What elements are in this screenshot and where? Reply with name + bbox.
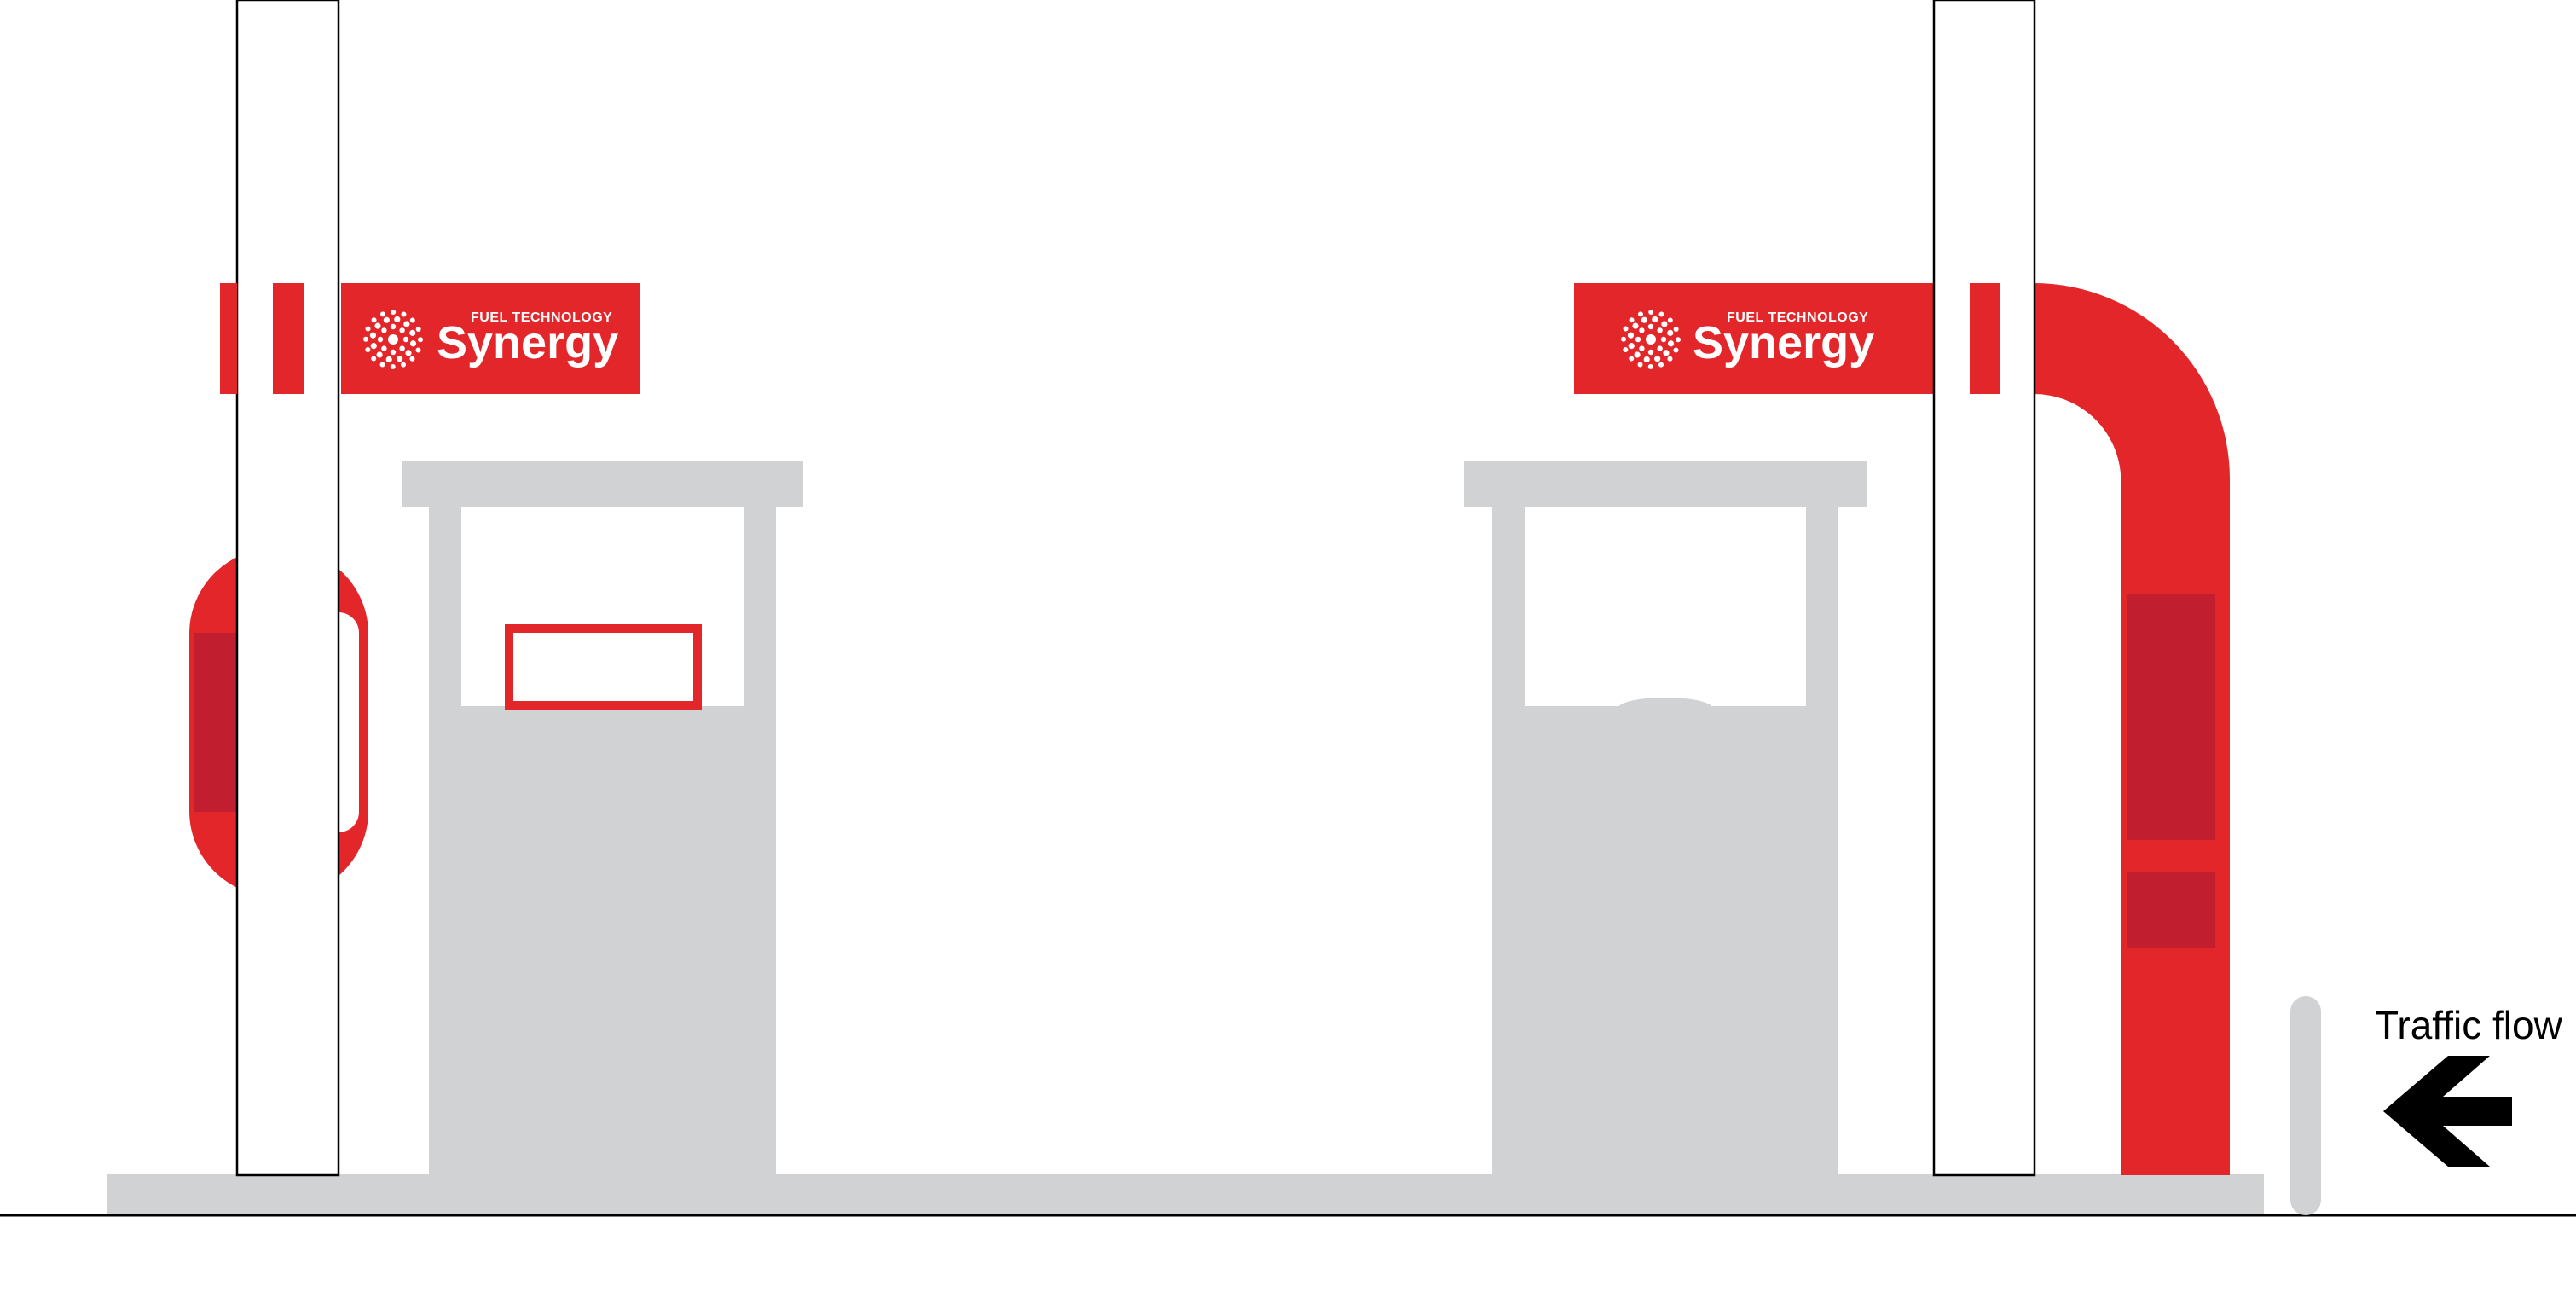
logo-dot (376, 351, 383, 358)
logo-dot (371, 356, 377, 362)
dispenser-display-frame (505, 624, 702, 710)
logo-dot (1654, 356, 1661, 362)
logo-dot (1623, 326, 1629, 332)
logo-dot (409, 317, 415, 323)
logo-dot (1647, 323, 1654, 330)
logo-dot (1663, 350, 1670, 356)
logo-dot (1667, 356, 1673, 362)
right-arch-panel (2034, 283, 2230, 1175)
logo-dot (379, 362, 385, 368)
right-fuel-dispenser (1464, 461, 1867, 1175)
logo-dot (1639, 345, 1645, 351)
logo-dot (1629, 356, 1635, 362)
logo-dot (365, 347, 371, 353)
logo-dot (374, 322, 381, 329)
logo-dot (415, 326, 421, 332)
logo-dot (381, 345, 387, 351)
logo-dot (379, 311, 385, 317)
logo-dot (1621, 336, 1626, 342)
logo-dot (409, 356, 415, 362)
brand-name: Synergy (1693, 317, 1874, 368)
logo-dot (383, 316, 390, 323)
left-brand-sign: FUEL TECHNOLOGY Synergy (341, 283, 640, 394)
logo-dot (391, 310, 397, 315)
logo-dot (1648, 310, 1654, 315)
forecourt-island (107, 1174, 2264, 1214)
logo-dot (1635, 336, 1641, 343)
logo-dot (1667, 317, 1673, 323)
logo-dot (1667, 329, 1674, 336)
right-brand-sign: FUEL TECHNOLOGY Synergy (1574, 283, 1934, 394)
logo-dot (385, 356, 392, 363)
logo-dot (1623, 347, 1629, 353)
logo-dot (1676, 337, 1681, 343)
logo-center-dot (388, 334, 398, 345)
logo-dot (390, 323, 397, 330)
logo-dot (1641, 316, 1647, 323)
right-canopy-column (1932, 0, 2036, 1177)
left-canopy-stripe (273, 283, 304, 394)
logo-dot (1667, 340, 1675, 347)
logo-dot (397, 356, 403, 362)
logo-dot (377, 336, 384, 343)
logo-dot (1647, 364, 1653, 369)
logo-dot (1657, 345, 1663, 351)
logo-dot (402, 336, 409, 343)
logo-dot (1637, 311, 1643, 317)
bollard (2290, 996, 2321, 1215)
logo-dot (415, 347, 421, 353)
logo-dot (390, 364, 396, 369)
logo-dot (1661, 321, 1668, 327)
right-canopy-stripe (1970, 283, 2000, 394)
logo-dot (401, 362, 407, 368)
logo-dot (1647, 349, 1654, 356)
logo-dot (1628, 343, 1635, 350)
logo-dot (1673, 347, 1679, 353)
logo-dot (418, 337, 423, 343)
logo-dot (1627, 332, 1635, 339)
logo-dot (409, 340, 417, 347)
logo-dot (363, 336, 368, 342)
fuel-station-elevation-diagram: FUEL TECHNOLOGY Synergy FUEL TECHNOLOGY … (0, 0, 2576, 1217)
logo-dot (399, 327, 405, 333)
logo-dot (381, 327, 387, 333)
logo-dot (1629, 317, 1635, 323)
left-fuel-dispenser (402, 461, 803, 1175)
logo-center-dot (1646, 334, 1656, 345)
logo-dot (365, 326, 371, 332)
traffic-flow-legend: Traffic flow (2375, 1003, 2563, 1167)
brand-name: Synergy (437, 317, 618, 368)
logo-dot (1657, 327, 1663, 333)
traffic-flow-label: Traffic flow (2375, 1003, 2563, 1047)
logo-dot (1639, 327, 1645, 333)
logo-dot (1634, 351, 1641, 358)
logo-dot (1673, 326, 1679, 332)
logo-dot (394, 316, 401, 323)
logo-dot (369, 332, 377, 339)
logo-dot (409, 329, 416, 336)
logo-dot (1660, 336, 1667, 343)
left-canopy-column (235, 0, 340, 1177)
logo-dot (1658, 362, 1664, 368)
left-canopy-stripe (220, 283, 237, 394)
logo-dot (403, 321, 410, 327)
logo-dot (1658, 311, 1664, 317)
logo-dot (1632, 322, 1639, 329)
logo-dot (401, 311, 407, 317)
arrow-left-icon (2383, 1056, 2512, 1167)
logo-dot (371, 317, 377, 323)
logo-dot (370, 343, 377, 350)
logo-dot (390, 349, 397, 356)
logo-dot (405, 350, 412, 356)
logo-dot (1652, 316, 1658, 323)
logo-dot (1637, 362, 1643, 368)
logo-dot (1643, 356, 1650, 363)
logo-dot (399, 345, 405, 351)
